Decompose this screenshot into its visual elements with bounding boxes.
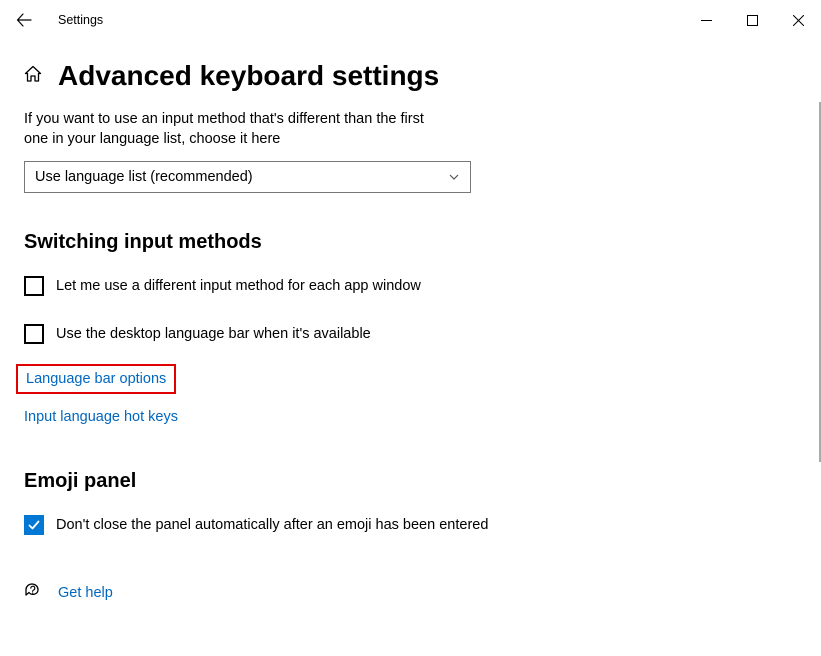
home-icon[interactable] [24,65,42,88]
checkbox-desktop-langbar[interactable] [24,324,44,344]
emoji-panel-heading: Emoji panel [24,470,797,493]
window-title: Settings [58,13,103,27]
checkbox-label: Don't close the panel automatically afte… [56,517,488,533]
input-language-hotkeys-link[interactable]: Input language hot keys [24,409,178,425]
page-title: Advanced keyboard settings [58,60,439,92]
titlebar: Settings [0,0,821,40]
chevron-down-icon [448,171,460,183]
language-bar-options-link[interactable]: Language bar options [26,371,166,387]
switching-input-methods-heading: Switching input methods [24,231,797,254]
get-help-row: Get help [24,581,797,604]
help-icon [24,581,42,604]
default-input-method-dropdown[interactable]: Use language list (recommended) [24,161,471,193]
close-button[interactable] [775,0,821,40]
back-button[interactable] [8,4,40,36]
checkbox-row-desktop-langbar: Use the desktop language bar when it's a… [24,324,797,344]
checkbox-per-app-input[interactable] [24,276,44,296]
get-help-link[interactable]: Get help [58,585,113,601]
input-method-description: If you want to use an input method that'… [24,110,444,149]
emoji-panel-section: Emoji panel Don't close the panel automa… [24,470,797,535]
checkbox-row-emoji-autoclose: Don't close the panel automatically afte… [24,515,797,535]
page-header: Advanced keyboard settings [24,60,797,92]
checkmark-icon [27,518,41,532]
maximize-button[interactable] [729,0,775,40]
scrollbar[interactable] [817,40,821,656]
minimize-icon [701,15,712,26]
dropdown-selected-label: Use language list (recommended) [35,169,253,185]
titlebar-left: Settings [8,4,103,36]
checkbox-row-per-app-input: Let me use a different input method for … [24,276,797,296]
checkbox-label: Let me use a different input method for … [56,278,421,294]
language-bar-options-highlight: Language bar options [16,364,176,394]
maximize-icon [747,15,758,26]
close-icon [793,15,804,26]
checkbox-emoji-autoclose[interactable] [24,515,44,535]
window-controls [683,0,821,40]
minimize-button[interactable] [683,0,729,40]
content-area: Advanced keyboard settings If you want t… [0,40,821,604]
checkbox-label: Use the desktop language bar when it's a… [56,326,371,342]
arrow-left-icon [16,12,32,28]
